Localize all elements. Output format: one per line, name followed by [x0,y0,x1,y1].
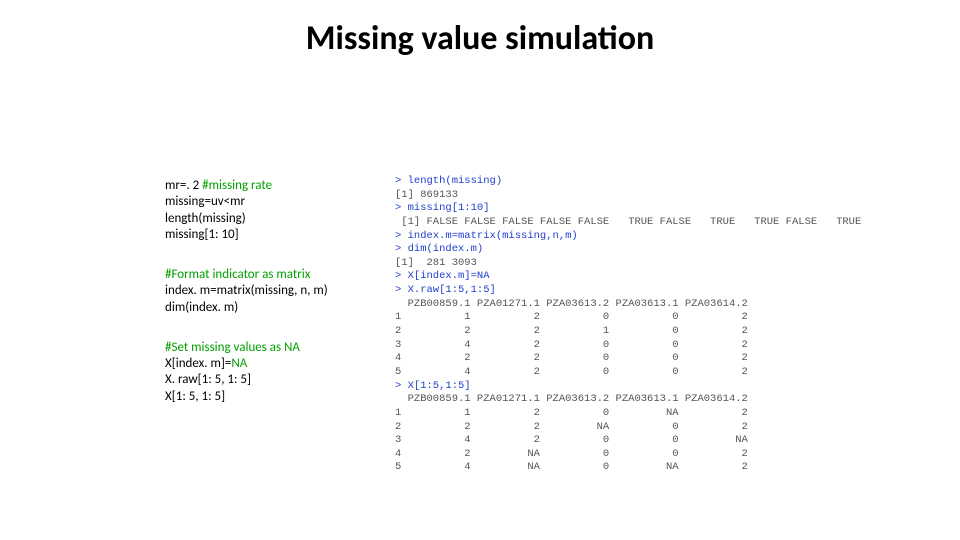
code-line: missing[1: 10] [165,227,385,243]
code-line: X. raw[1: 5, 1: 5] [165,372,385,388]
console-line: [1] 281 3093 [395,257,477,269]
console-line: > X[1:5,1:5] [395,380,471,392]
console-line: 3 4 2 0 0 NA [395,434,748,446]
code-comment: #Format indicator as matrix [165,267,385,283]
console-line: > index.m=matrix(missing,n,m) [395,230,578,242]
code-comment: NA [284,340,300,355]
code-line: X[1: 5, 1: 5] [165,389,385,405]
code-line: dim(index. m) [165,300,385,316]
code-block-2: #Format indicator as matrix index. m=mat… [165,267,385,316]
code-line: mr=. 2 [165,178,202,193]
console-line: [1] 869133 [395,189,458,201]
console-output: > length(missing) [1] 869133 > missing[1… [395,175,861,475]
console-line: 2 2 2 NA 0 2 [395,421,748,433]
console-line: 1 1 2 0 NA 2 [395,407,748,419]
na-keyword: NA [231,356,247,371]
console-line: > X.raw[1:5,1:5] [395,284,496,296]
console-line: > missing[1:10] [395,202,490,214]
console-line: 4 2 NA 0 0 2 [395,448,748,460]
code-line: length(missing) [165,211,385,227]
console-line: > X[index.m]=NA [395,270,490,282]
code-block-3: #Set missing values as NA X[index. m]=NA… [165,340,385,405]
console-line: 1 1 2 0 0 2 [395,311,748,323]
code-line: index. m=matrix(missing, n, m) [165,283,385,299]
console-line: [1] FALSE FALSE FALSE FALSE FALSE TRUE F… [395,216,861,228]
left-code-column: mr=. 2 #missing rate missing=uv<mr lengt… [165,178,385,429]
code-comment: #Set missing values as [165,340,284,355]
code-line: X[index. m]= [165,356,231,371]
console-line: 3 4 2 0 0 2 [395,339,748,351]
code-comment: #missing rate [202,178,272,193]
code-line: missing=uv<mr [165,194,385,210]
console-line: 5 4 2 0 0 2 [395,366,748,378]
console-line: PZB00859.1 PZA01271.1 PZA03613.2 PZA0361… [395,393,748,405]
code-block-1: mr=. 2 #missing rate missing=uv<mr lengt… [165,178,385,243]
console-line: > dim(index.m) [395,243,483,255]
console-line: PZB00859.1 PZA01271.1 PZA03613.2 PZA0361… [395,298,748,310]
console-line: 4 2 2 0 0 2 [395,352,748,364]
console-line: 5 4 NA 0 NA 2 [395,461,748,473]
console-line: 2 2 2 1 0 2 [395,325,748,337]
console-line: > length(missing) [395,175,502,187]
page-title: Missing value simulation [0,18,960,59]
